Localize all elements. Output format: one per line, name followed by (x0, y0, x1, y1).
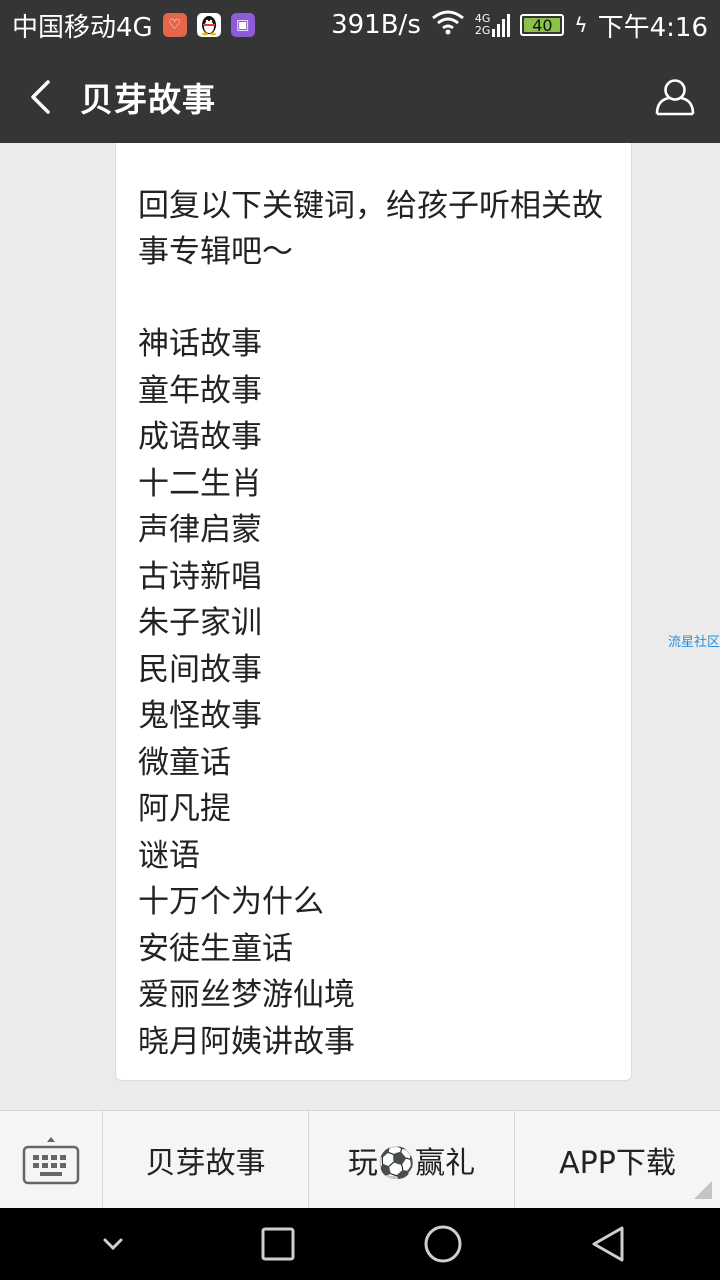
profile-button[interactable] (630, 50, 720, 143)
menu-beiya-story[interactable]: 贝芽故事 (103, 1111, 309, 1209)
battery-level: 40 (532, 15, 553, 35)
keyword-item: 民间故事 (138, 651, 262, 688)
keyword-item: 晓月阿姨讲故事 (138, 1023, 355, 1060)
keyword-item: 古诗新唱 (138, 558, 262, 595)
message-intro: 回复以下关键词，给孩子听相关故事专辑吧～ (138, 188, 603, 270)
menu-label: 贝芽故事 (145, 1146, 266, 1181)
watermark-text: 流星社区 (667, 635, 720, 650)
nav-recents-button[interactable] (248, 1214, 308, 1274)
keyword-item: 鬼怪故事 (138, 698, 262, 734)
menu-label: APP下载 (559, 1146, 676, 1181)
network-speed: 391B/s (331, 10, 421, 40)
triangle-back-icon (592, 1226, 623, 1262)
keyword-item: 爱丽丝梦游仙境 (138, 977, 355, 1013)
keyword-item: 朱子家训 (138, 605, 262, 641)
keyword-item: 阿凡提 (138, 791, 231, 827)
page-title: 贝芽故事 (80, 79, 216, 119)
keyword-item: 微童话 (138, 744, 231, 781)
circle-icon (424, 1225, 461, 1263)
charging-icon: ϟ (574, 13, 588, 37)
submenu-indicator-icon (694, 1181, 712, 1199)
keyboard-toggle-button[interactable] (0, 1111, 103, 1209)
message-card: 回复以下关键词，给孩子听相关故事专辑吧～ 神话故事 童年故事 成语故事 十二生肖… (115, 143, 632, 1081)
system-nav-bar (0, 1208, 720, 1280)
qq-penguin-icon (196, 13, 221, 37)
menu-label: 玩⚽赢礼 (347, 1146, 476, 1181)
keyword-item: 童年故事 (138, 372, 262, 409)
battery-icon: 40 (520, 14, 565, 36)
nav-back-button[interactable] (578, 1214, 638, 1274)
chat-content[interactable]: 回复以下关键词，给孩子听相关故事专辑吧～ 神话故事 童年故事 成语故事 十二生肖… (0, 143, 720, 1110)
person-icon (655, 78, 695, 115)
network-type-2g: 2G (474, 24, 491, 37)
keyword-item: 神话故事 (138, 326, 262, 362)
clock: 下午4:16 (597, 12, 708, 43)
keyword-item: 声律启蒙 (138, 512, 262, 548)
app-bar: 贝芽故事 (0, 50, 720, 143)
bottom-menu: 贝芽故事 玩⚽赢礼 APP下载 (0, 1110, 720, 1209)
keyword-item: 十万个为什么 (138, 884, 324, 920)
square-icon (261, 1227, 294, 1261)
nav-home-button[interactable] (413, 1214, 473, 1274)
signal-icon: 4G 2G (475, 13, 511, 37)
nav-hide-button[interactable] (83, 1214, 143, 1274)
status-bar: 中国移动4G ♡ ▣ 391B/s 4G 2G 40 ϟ 下午4:16 (0, 0, 720, 50)
back-button[interactable] (0, 50, 80, 143)
wifi-icon (431, 9, 465, 42)
carrier-label: 中国移动4G (12, 12, 153, 43)
keyword-list: 神话故事 童年故事 成语故事 十二生肖 声律启蒙 古诗新唱 朱子家训 民间故事 … (138, 321, 609, 1065)
gallery-app-icon: ▣ (230, 13, 255, 37)
menu-play-win-gift[interactable]: 玩⚽赢礼 (309, 1111, 515, 1209)
chevron-left-icon (31, 79, 50, 114)
keyboard-icon (22, 1137, 80, 1185)
keyword-item: 十二生肖 (138, 465, 262, 502)
keyword-item: 谜语 (138, 837, 200, 874)
keyword-item: 成语故事 (138, 419, 262, 455)
notification-app-icon: ♡ (162, 13, 187, 37)
menu-app-download[interactable]: APP下载 (515, 1111, 720, 1209)
chevron-down-icon (103, 1238, 122, 1251)
keyword-item: 安徒生童话 (138, 930, 293, 967)
